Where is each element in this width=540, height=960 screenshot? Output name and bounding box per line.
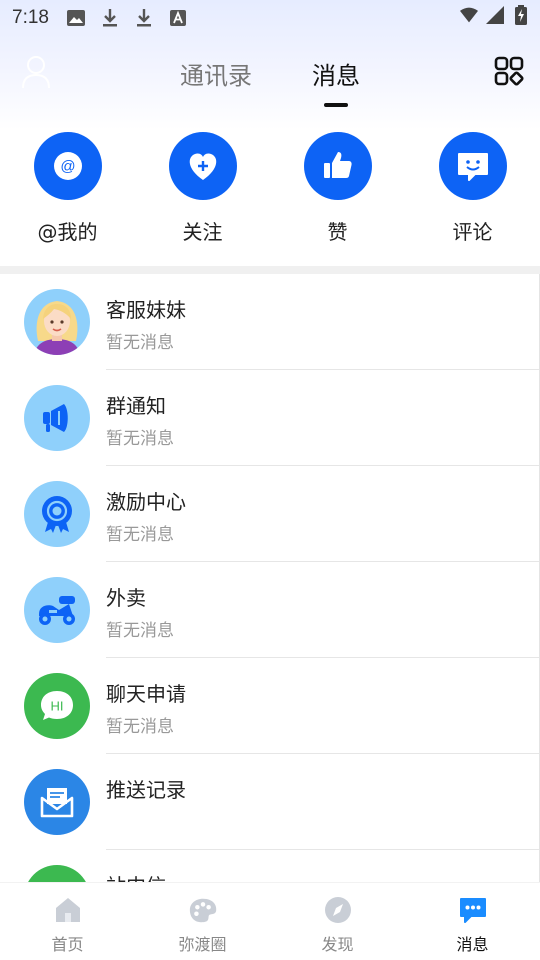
nav-home[interactable]: 首页 [0, 883, 135, 960]
svg-text:@: @ [60, 158, 75, 175]
svg-text:HI: HI [51, 699, 64, 714]
header-tabs: 通讯录 消息 [0, 56, 540, 91]
item-title: 激励中心 [106, 490, 186, 514]
download-icon [101, 9, 119, 27]
image-icon [66, 9, 85, 27]
compass-icon [323, 895, 353, 925]
quick-action-follow[interactable]: 关注 [135, 132, 270, 252]
nav-label: 弥渡圈 [178, 935, 227, 954]
nav-discover[interactable]: 发现 [270, 883, 405, 960]
list-item[interactable]: 外卖 暂无消息 [0, 562, 539, 658]
tab-contacts[interactable]: 通讯录 [180, 56, 252, 91]
header: 通讯录 消息 [0, 44, 540, 104]
nav-label: 发现 [321, 935, 354, 954]
list-item[interactable]: HI 聊天申请 暂无消息 [0, 658, 539, 754]
system-icons [460, 5, 530, 25]
quick-action-label: 评论 [452, 220, 493, 244]
battery-icon [512, 5, 530, 25]
item-subtitle: 暂无消息 [106, 333, 174, 353]
list-item[interactable]: 推送记录 [0, 754, 539, 850]
item-subtitle: 暂无消息 [106, 717, 174, 737]
quick-action-label: 关注 [182, 220, 223, 244]
list-item[interactable]: 激励中心 暂无消息 [0, 466, 539, 562]
message-list: 客服妹妹 暂无消息 群通知 暂无消息 激励中心 暂无消息 外卖 暂无消息 HI … [0, 274, 540, 882]
section-divider [0, 266, 540, 274]
download-icon [135, 9, 153, 27]
list-item[interactable]: 站内信 [0, 850, 539, 882]
chat-bubble-icon [458, 895, 488, 925]
grid-apps-icon[interactable] [494, 56, 524, 86]
item-subtitle: 暂无消息 [106, 429, 174, 449]
item-title: 外卖 [106, 586, 146, 610]
heart-plus-icon [168, 132, 237, 200]
palette-icon [188, 895, 218, 925]
nav-messages[interactable]: 消息 [405, 883, 540, 960]
hi-bubble-icon: HI [24, 673, 90, 739]
wifi-icon [460, 6, 478, 24]
status-time: 7:18 [12, 7, 49, 28]
bottom-nav: 首页 弥渡圈 发现 消息 [0, 882, 540, 960]
list-item[interactable]: 客服妹妹 暂无消息 [0, 274, 539, 370]
item-title: 群通知 [106, 394, 166, 418]
comment-smile-icon [438, 132, 507, 200]
quick-action-mentions[interactable]: @ @我的 [0, 132, 135, 252]
mail-icon [24, 769, 90, 835]
signal-icon [486, 6, 504, 24]
nav-label: 首页 [51, 935, 84, 954]
status-bar: 7:18 [0, 0, 540, 36]
item-title: 客服妹妹 [106, 298, 186, 322]
scooter-icon [24, 577, 90, 643]
item-subtitle: 暂无消息 [106, 525, 174, 545]
quick-actions: @ @我的 关注 赞 评论 [0, 132, 540, 252]
inbox-icon [24, 865, 90, 882]
nav-midu-circle[interactable]: 弥渡圈 [135, 883, 270, 960]
item-subtitle: 暂无消息 [106, 621, 174, 641]
item-title: 聊天申请 [106, 682, 186, 706]
medal-icon [24, 481, 90, 547]
list-item[interactable]: 群通知 暂无消息 [0, 370, 539, 466]
nav-label: 消息 [456, 935, 489, 954]
thumbs-up-icon [303, 132, 372, 200]
quick-action-label: 赞 [327, 220, 348, 244]
at-icon: @ [33, 132, 102, 200]
quick-action-label: @我的 [37, 220, 98, 244]
home-icon [53, 895, 83, 925]
megaphone-icon [24, 385, 90, 451]
item-title: 推送记录 [106, 778, 186, 802]
notification-icons [66, 9, 187, 27]
quick-action-comments[interactable]: 评论 [405, 132, 540, 252]
quick-action-likes[interactable]: 赞 [270, 132, 405, 252]
customer-service-girl-icon [24, 289, 90, 355]
tab-messages[interactable]: 消息 [312, 56, 360, 91]
a-box-icon [169, 9, 187, 27]
item-title: 站内信 [106, 870, 166, 882]
